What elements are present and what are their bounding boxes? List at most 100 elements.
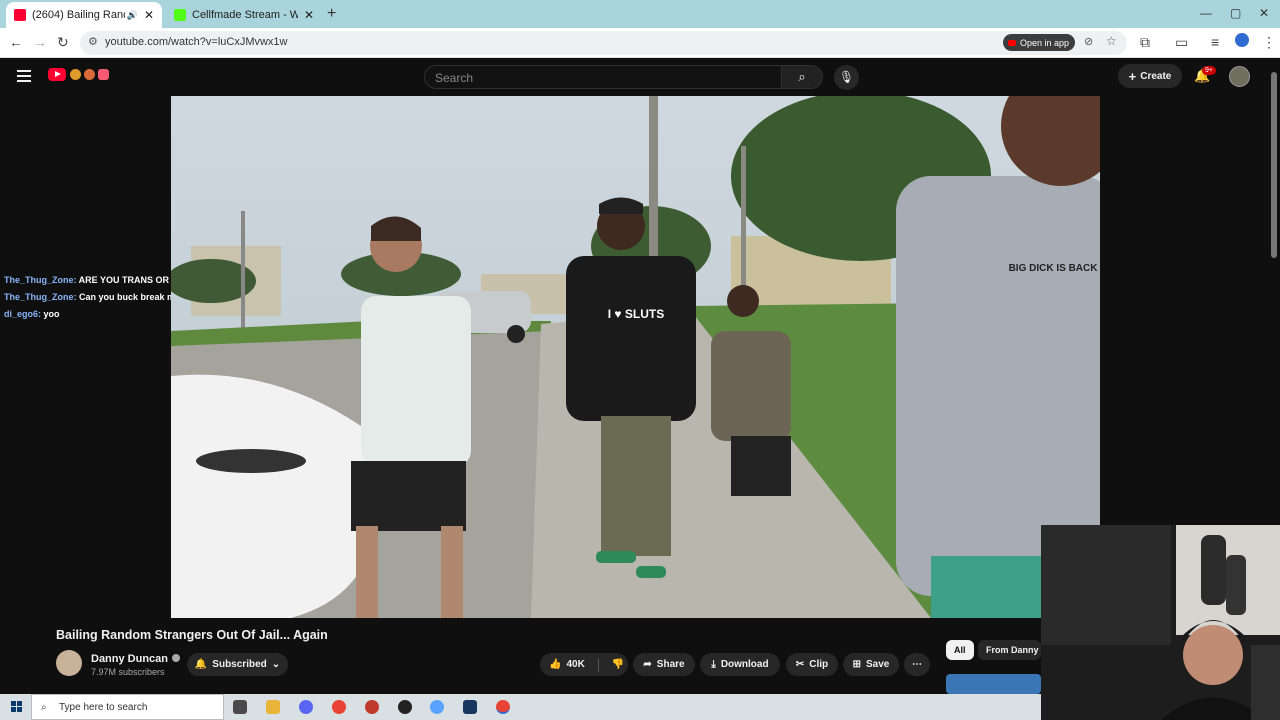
shirt-text-right: BIG DICK IS BACK IN TOWN — [1009, 263, 1100, 274]
maximize-icon[interactable]: ▢ — [1230, 6, 1241, 20]
create-label: Create — [1140, 70, 1172, 82]
share-button[interactable]: ➦ Share — [633, 653, 695, 676]
address-bar[interactable]: ⚙ youtube.com/watch?v=luCxJMvwx1w ⊘ ☆ — [80, 31, 1127, 55]
close-window-icon[interactable]: ✕ — [1259, 6, 1269, 20]
browser-toolbar: ← → ↻ ⚙ youtube.com/watch?v=luCxJMvwx1w … — [0, 28, 1280, 58]
bookmark-star-icon[interactable]: ☆ — [1106, 34, 1117, 48]
chip-all[interactable]: All — [946, 640, 974, 660]
tab-title: Cellfmade Stream - Watch Live — [192, 9, 298, 21]
notifications-badge: 9+ — [1202, 66, 1216, 75]
related-video-thumbnail[interactable] — [946, 674, 1041, 694]
open-in-app-label: Open in app — [1020, 37, 1070, 48]
hamburger-menu-icon[interactable] — [17, 70, 31, 85]
search-input[interactable]: Search — [424, 65, 782, 89]
share-icon: ➦ — [643, 659, 652, 670]
subscribed-button[interactable]: 🔔 Subscribed ⌄ — [187, 653, 288, 676]
microphone-icon: 🎙 — [838, 70, 855, 84]
eye-off-icon[interactable]: ⊘ — [1084, 35, 1093, 48]
save-playlist-icon: ⊞ — [852, 659, 862, 670]
doodle-icon — [84, 69, 95, 80]
save-label: Save — [866, 659, 890, 670]
plus-icon: + — [1128, 68, 1137, 84]
like-count: 40K — [566, 659, 585, 670]
doodle-icon — [98, 69, 109, 80]
taskbar-search-placeholder: Type here to search — [59, 702, 148, 713]
more-horizontal-icon: ⋯ — [912, 659, 922, 670]
account-avatar[interactable] — [1229, 66, 1250, 87]
obs-icon[interactable] — [398, 700, 412, 714]
chrome-icon[interactable] — [332, 700, 346, 714]
tab-youtube[interactable]: (2604) Bailing Random Stra 🔊 ✕ — [6, 2, 162, 28]
cast-icon[interactable]: ▭ — [1175, 34, 1188, 51]
youtube-header: Search ⌕ 🎙 + Create 🔔 9+ — [0, 58, 1280, 95]
steam-icon[interactable] — [463, 700, 477, 714]
app-icon[interactable] — [430, 700, 444, 714]
extensions-icon[interactable]: ⧉ — [1140, 34, 1150, 51]
audio-icon[interactable]: 🔊 — [127, 10, 138, 21]
windows-taskbar: ⌕ Type here to search — [0, 694, 1041, 720]
clip-button[interactable]: ✂ Clip — [786, 653, 838, 676]
new-tab-icon[interactable]: + — [327, 5, 336, 23]
dislike-button[interactable]: 👎 — [612, 659, 624, 670]
webcam-overlay — [1041, 525, 1280, 720]
doodle-icon — [70, 69, 81, 80]
reload-icon[interactable]: ↻ — [57, 34, 69, 51]
subscribed-label: Subscribed — [212, 659, 267, 670]
windows-start-icon[interactable] — [11, 701, 23, 713]
subscriber-count: 7.97M subscribers — [91, 667, 165, 677]
app-icon[interactable] — [365, 700, 379, 714]
voice-search-button[interactable]: 🎙 — [834, 65, 859, 90]
discord-icon[interactable] — [299, 700, 313, 714]
video-frame: I ♥ SLUTS BIG DICK IS BACK IN TOWN — [171, 96, 1100, 618]
search-icon: ⌕ — [41, 702, 47, 713]
divider — [597, 657, 599, 672]
menu-kebab-icon[interactable]: ⋮ — [1262, 34, 1276, 51]
create-button[interactable]: + Create — [1118, 64, 1182, 88]
minimize-icon[interactable]: — — [1200, 6, 1212, 20]
youtube-favicon-icon — [14, 9, 26, 21]
more-actions-button[interactable]: ⋯ — [904, 653, 930, 676]
bell-icon: 🔔 — [194, 659, 208, 670]
open-in-app-button[interactable]: Open in app — [1003, 34, 1075, 51]
chat-username: The_Thug_Zone: — [4, 275, 77, 285]
file-explorer-icon[interactable] — [266, 700, 280, 714]
close-tab-icon[interactable]: ✕ — [144, 8, 154, 22]
url-text: youtube.com/watch?v=luCxJMvwx1w — [105, 36, 288, 48]
search-button[interactable]: ⌕ — [781, 65, 823, 89]
tab-stream[interactable]: Cellfmade Stream - Watch Live ✕ — [166, 2, 322, 28]
download-icon: ⤓ — [711, 659, 716, 670]
save-button[interactable]: ⊞ Save — [843, 653, 899, 676]
share-label: Share — [656, 659, 685, 670]
webcam-feed — [1041, 525, 1280, 720]
chat-message: di_ego6: yoo — [4, 309, 60, 319]
forward-icon[interactable]: → — [33, 34, 47, 50]
download-label: Download — [720, 659, 769, 670]
task-view-icon[interactable] — [233, 700, 247, 714]
verified-check-icon — [172, 654, 181, 662]
download-button[interactable]: ⤓ Download — [700, 653, 780, 676]
browser-tab-strip: (2604) Bailing Random Stra 🔊 ✕ Cellfmade… — [0, 0, 1280, 28]
shirt-text-center: I ♥ SLUTS — [608, 307, 664, 321]
search-placeholder: Search — [435, 71, 474, 85]
back-icon[interactable]: ← — [9, 34, 23, 50]
taskbar-search-input[interactable]: ⌕ Type here to search — [31, 694, 224, 720]
channel-avatar[interactable] — [56, 650, 82, 676]
site-info-icon[interactable]: ⚙ — [88, 35, 98, 48]
tab-title: (2604) Bailing Random Stra — [32, 9, 125, 21]
close-tab-icon[interactable]: ✕ — [304, 8, 314, 22]
thumbs-up-icon: 👍 — [549, 659, 562, 670]
video-player[interactable]: I ♥ SLUTS BIG DICK IS BACK IN TOWN — [171, 96, 1100, 618]
chat-username: The_Thug_Zone: — [4, 292, 77, 302]
chip-from-channel-label: From Danny D — [986, 645, 1041, 655]
channel-name[interactable]: Danny Duncan — [91, 653, 181, 665]
chrome-active-icon[interactable] — [496, 700, 510, 714]
channel-name-text: Danny Duncan — [91, 653, 169, 665]
chip-from-channel[interactable]: From Danny D — [978, 640, 1041, 660]
video-title: Bailing Random Strangers Out Of Jail... … — [56, 628, 328, 642]
youtube-logo-icon[interactable] — [48, 68, 66, 81]
profile-icon[interactable] — [1235, 33, 1249, 47]
page-scrollbar[interactable] — [1271, 72, 1277, 258]
like-button[interactable]: 👍 40K — [549, 659, 585, 670]
chip-all-label: All — [954, 645, 966, 655]
media-icon[interactable]: ≡ — [1211, 34, 1219, 50]
